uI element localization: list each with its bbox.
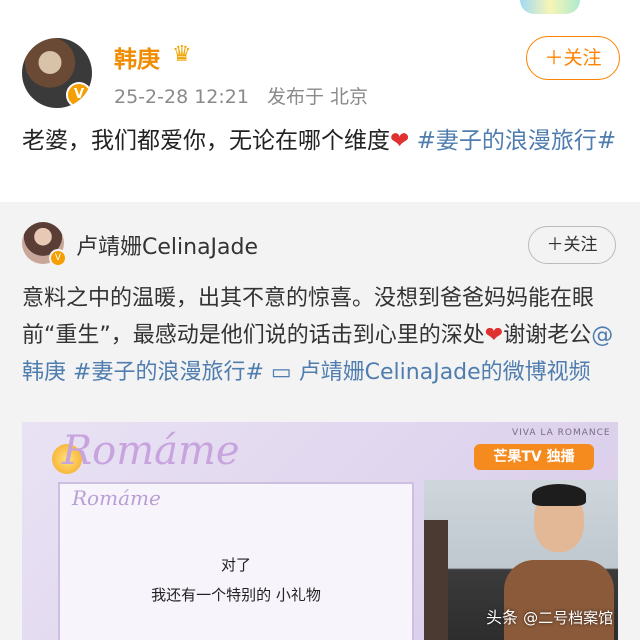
post-date: 25-2-28 12:21 [114,86,249,108]
post-location: 发布于 北京 [267,86,369,108]
repost-body: 意料之中的温暖，出其不意的惊喜。没想到爸爸妈妈能在眼前“重生”，最感动是他们说的… [22,280,622,391]
author-avatar[interactable]: V [22,38,92,108]
repost-author-name[interactable]: 卢靖姗CelinaJade [76,229,258,261]
follow-button[interactable]: ＋关注 [526,36,620,80]
person-hair [532,484,586,506]
top-strip [0,0,640,14]
watermark-handle: @二号档案馆 [523,609,614,627]
heart-icon: ❤ [484,323,504,348]
person-silhouette [424,520,448,640]
subtitle-line-1: 对了 [220,556,251,574]
post-hashtag-link[interactable]: #妻子的浪漫旅行# [417,128,617,154]
post-body: 老婆，我们都爱你，无论在哪个维度❤ #妻子的浪漫旅行# [22,122,622,160]
decoration-banner [520,0,580,14]
author-name[interactable]: 韩庚 [114,40,160,74]
verified-badge-icon: V [66,82,92,108]
repost-follow-button[interactable]: ＋关注 [528,226,616,264]
repost-author-avatar[interactable]: V [22,222,67,267]
repost-hashtag-link[interactable]: #妻子的浪漫旅行# [66,360,264,385]
video-link[interactable]: 卢靖姗CelinaJade的微博视频 [292,360,591,385]
post-meta: 25-2-28 12:21 发布于 北京 [114,82,380,109]
watermark: 头条 @二号档案馆 [486,604,613,628]
subtitle-line-2: 我还有一个特别的 小礼物 [151,586,321,604]
post-text-main: 老婆，我们都爱你，无论在哪个维度 [22,128,390,154]
video-link-icon: ▭ [263,360,292,385]
show-logo: Romáme [62,428,240,474]
show-logo-small: Romáme [72,486,161,510]
verified-badge-icon: V [49,249,67,267]
repost-text-part2: 谢谢老公 [503,323,592,348]
tv-logo: 芒果TV 独播 [474,444,594,470]
inner-screen: Romáme 对了 我还有一个特别的 小礼物 [58,482,414,640]
show-tagline: VIVA LA ROMANCE [512,428,611,438]
crown-icon: ♛ [172,42,192,67]
person-jacket [504,560,614,640]
heart-icon: ❤ [390,128,410,154]
watermark-prefix: 头条 [486,608,519,627]
